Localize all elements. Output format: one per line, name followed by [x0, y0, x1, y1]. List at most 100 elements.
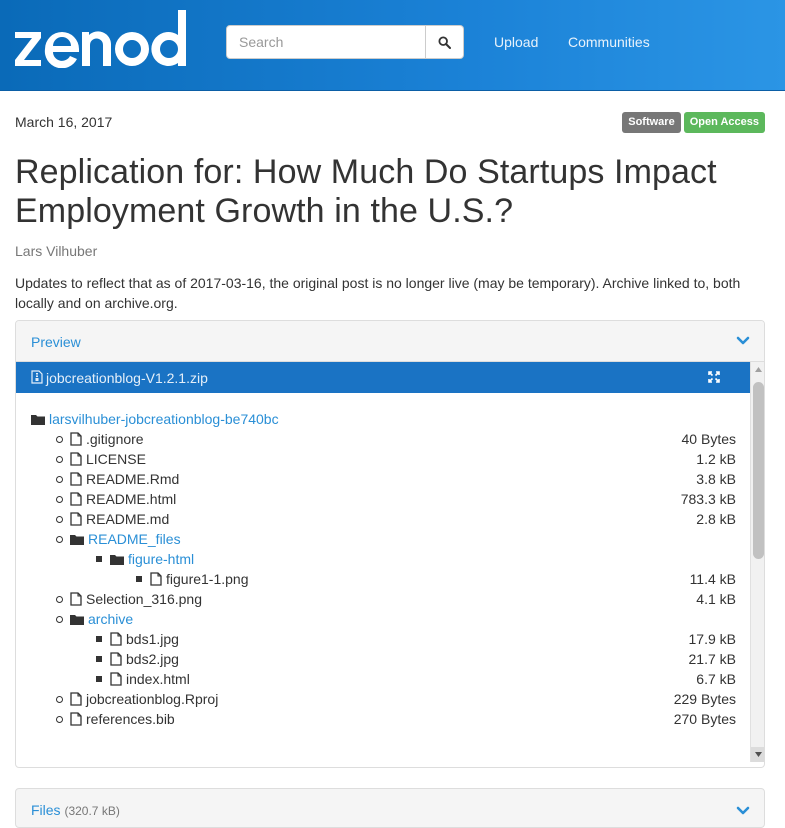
file-icon: [70, 472, 82, 486]
list-bullet: [96, 636, 102, 642]
folder-icon: [70, 534, 84, 545]
tree-item-label: Selection_316.png: [86, 591, 202, 607]
tree-item-label: .gitignore: [86, 431, 144, 447]
search-button[interactable]: [426, 25, 464, 59]
list-bullet: [56, 535, 63, 543]
zenodo-logo[interactable]: [14, 8, 188, 73]
list-bullet: [56, 595, 63, 603]
tree-file: references.bib: [56, 709, 175, 729]
tree-item-size: 3.8 kB: [696, 471, 736, 487]
search-bar: [226, 25, 464, 59]
tree-item-size: 4.1 kB: [696, 591, 736, 607]
top-navbar: Upload Communities: [0, 0, 785, 91]
file-icon: [70, 692, 82, 706]
tree-item-label: LICENSE: [86, 451, 146, 467]
tree-folder[interactable]: figure-html: [96, 549, 194, 569]
record-badges: Software Open Access: [622, 112, 765, 133]
chevron-down-icon[interactable]: [736, 806, 750, 816]
tree-item-label[interactable]: README_files: [88, 529, 181, 549]
tree-file: README.Rmd: [56, 469, 179, 489]
list-bullet: [56, 715, 63, 723]
tree-item-size: 1.2 kB: [696, 451, 736, 467]
tree-folder[interactable]: archive: [56, 609, 133, 629]
list-bullet: [56, 455, 63, 463]
preview-title[interactable]: Preview: [31, 334, 81, 350]
tree-item-label: bds2.jpg: [126, 651, 179, 667]
preview-panel-heading[interactable]: Preview: [16, 321, 764, 362]
tree-item-label: bds1.jpg: [126, 631, 179, 647]
tree-item-label: figure1-1.png: [166, 571, 249, 587]
preview-scrollbar[interactable]: [750, 362, 764, 762]
tree-item-size: 2.8 kB: [696, 511, 736, 527]
file-icon: [70, 452, 82, 466]
list-bullet: [96, 556, 102, 562]
tree-item-label: README.Rmd: [86, 471, 180, 487]
tree-file: index.html: [96, 669, 190, 689]
search-icon: [438, 35, 451, 49]
file-icon: [110, 672, 122, 686]
preview-frame: jobcreationblog-V1.2.1.zip larsvilhuber-…: [16, 362, 764, 762]
record-author[interactable]: Lars Vilhuber: [15, 243, 97, 259]
tree-item-label[interactable]: archive: [88, 609, 133, 629]
tree-folder[interactable]: README_files: [56, 529, 181, 549]
list-bullet: [56, 435, 63, 443]
list-bullet: [56, 615, 63, 623]
file-tree: larsvilhuber-jobcreationblog-be740bc .git…: [16, 393, 750, 762]
tree-item-size: 21.7 kB: [688, 651, 736, 667]
file-icon: [70, 512, 82, 526]
tree-item-label: references.bib: [86, 711, 175, 727]
open-access-badge: Open Access: [683, 112, 765, 133]
tree-item-size: 17.9 kB: [688, 631, 736, 647]
preview-file-bar: jobcreationblog-V1.2.1.zip: [16, 362, 750, 393]
tree-file: jobcreationblog.Rproj: [56, 689, 218, 709]
files-total-size: (320.7 kB): [64, 804, 120, 818]
software-badge: Software: [622, 112, 681, 133]
list-bullet: [56, 515, 63, 523]
nav-communities[interactable]: Communities: [568, 34, 650, 50]
file-icon: [70, 432, 82, 446]
folder-icon: [31, 414, 45, 425]
tree-file: bds2.jpg: [96, 649, 179, 669]
file-icon: [70, 492, 82, 506]
tree-file: LICENSE: [56, 449, 146, 469]
record-title: Replication for: How Much Do Startups Im…: [15, 153, 717, 230]
list-bullet: [96, 656, 102, 662]
list-bullet: [56, 495, 63, 503]
list-bullet: [56, 695, 63, 703]
file-icon: [110, 632, 122, 646]
tree-item-label: jobcreationblog.Rproj: [86, 691, 219, 707]
tree-file: .gitignore: [56, 429, 144, 449]
tree-file: README.html: [56, 489, 176, 509]
tree-file: figure1-1.png: [136, 569, 249, 589]
tree-file: Selection_316.png: [56, 589, 202, 609]
tree-file: bds1.jpg: [96, 629, 179, 649]
scrollbar-thumb[interactable]: [753, 382, 764, 559]
file-icon: [150, 572, 162, 586]
preview-file-name: jobcreationblog-V1.2.1.zip: [46, 370, 208, 386]
tree-item-label[interactable]: larsvilhuber-jobcreationblog-be740bc: [49, 409, 279, 429]
scroll-down-arrow[interactable]: [751, 747, 764, 762]
search-input[interactable]: [226, 25, 426, 59]
list-bullet: [136, 576, 142, 582]
tree-item-size: 229 Bytes: [673, 691, 736, 707]
tree-folder[interactable]: larsvilhuber-jobcreationblog-be740bc: [31, 409, 279, 429]
list-bullet: [96, 676, 102, 682]
tree-item-label[interactable]: figure-html: [128, 549, 194, 569]
file-icon: [70, 712, 82, 726]
tree-item-size: 11.4 kB: [689, 571, 736, 587]
publication-date: March 16, 2017: [15, 114, 113, 130]
fullscreen-icon[interactable]: [708, 370, 720, 386]
tree-item-label: index.html: [126, 671, 190, 687]
files-panel[interactable]: Files (320.7 kB): [15, 788, 765, 828]
folder-icon: [70, 614, 84, 625]
files-heading[interactable]: Files (320.7 kB): [31, 802, 120, 818]
chevron-down-icon[interactable]: [736, 336, 750, 346]
list-bullet: [56, 475, 63, 483]
preview-panel: Preview jobcreationblog-V1.2.1.zip larsv…: [15, 320, 765, 768]
tree-item-size: 6.7 kB: [696, 671, 736, 687]
folder-icon: [110, 554, 124, 565]
nav-upload[interactable]: Upload: [494, 34, 538, 50]
tree-item-label: README.html: [86, 491, 177, 507]
record-description: Updates to reflect that as of 2017-03-16…: [15, 275, 741, 311]
scroll-up-arrow[interactable]: [751, 362, 764, 377]
